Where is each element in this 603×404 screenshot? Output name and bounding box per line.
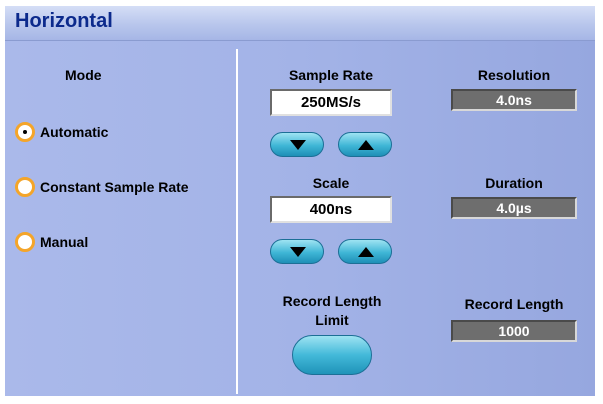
sample-rate-increase-button[interactable] (338, 132, 392, 157)
radio-label-manual: Manual (40, 234, 89, 250)
sample-rate-field[interactable]: 250MS/s (270, 89, 392, 116)
mode-radio-manual[interactable]: Manual (15, 232, 88, 252)
record-length-limit-button[interactable] (292, 335, 372, 375)
record-length-limit-label-line2: Limit (315, 312, 349, 328)
horizontal-panel: Mode Automatic Constant Sample Rate Manu… (5, 41, 595, 396)
section-divider (236, 49, 238, 394)
duration-label: Duration (485, 175, 543, 191)
radio-checked-icon[interactable] (15, 122, 35, 142)
radio-label-constant-sample-rate: Constant Sample Rate (40, 179, 189, 195)
duration-readout: 4.0µs (451, 197, 577, 219)
resolution-readout: 4.0ns (451, 89, 577, 111)
mode-radio-automatic[interactable]: Automatic (15, 122, 108, 142)
record-length-label: Record Length (464, 296, 564, 312)
radio-unchecked-icon[interactable] (15, 232, 35, 252)
horizontal-dialog: Horizontal Mode Automatic Constant Sampl… (0, 0, 603, 404)
resolution-label: Resolution (477, 67, 551, 83)
record-length-limit-label-line1: Record Length (282, 293, 382, 309)
triangle-up-icon (358, 247, 374, 257)
scale-increase-button[interactable] (338, 239, 392, 264)
triangle-down-icon (290, 140, 306, 150)
scale-decrease-button[interactable] (270, 239, 324, 264)
dialog-title: Horizontal (15, 10, 113, 32)
triangle-down-icon (290, 247, 306, 257)
record-length-readout: 1000 (451, 320, 577, 342)
mode-label: Mode (65, 67, 102, 83)
radio-unchecked-icon[interactable] (15, 177, 35, 197)
title-bar: Horizontal (5, 6, 595, 41)
scale-label: Scale (312, 175, 350, 191)
sample-rate-decrease-button[interactable] (270, 132, 324, 157)
radio-label-automatic: Automatic (40, 124, 109, 140)
mode-radio-constant-sample-rate[interactable]: Constant Sample Rate (15, 177, 189, 197)
triangle-up-icon (358, 140, 374, 150)
sample-rate-label: Sample Rate (288, 67, 374, 83)
scale-field[interactable]: 400ns (270, 196, 392, 223)
